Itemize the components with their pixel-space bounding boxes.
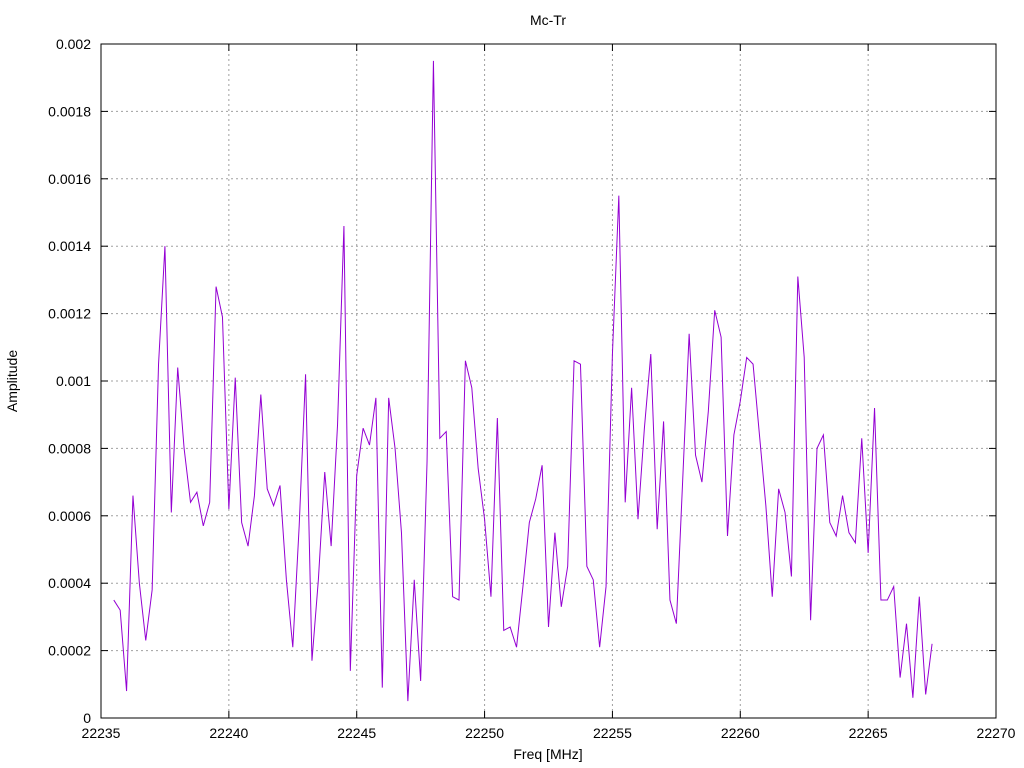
x-tick-label: 22255	[593, 725, 632, 741]
x-tick-label: 22240	[209, 725, 248, 741]
x-tick-label: 22245	[337, 725, 376, 741]
x-tick-label: 22270	[977, 725, 1016, 741]
y-tick-label: 0.0006	[48, 508, 91, 524]
x-axis-label: Freq [MHz]	[513, 746, 582, 762]
y-tick-label: 0.001	[56, 373, 91, 389]
y-tick-label: 0.002	[56, 36, 91, 52]
x-tick-label: 22260	[721, 725, 760, 741]
y-tick-label: 0.0014	[48, 238, 91, 254]
y-axis-label: Amplitude	[4, 350, 20, 412]
y-tick-label: 0.0002	[48, 643, 91, 659]
y-tick-label: 0.0018	[48, 103, 91, 119]
line-chart: 22235 22240 22245 22250 22255 22260 22265 22270…	[0, 0, 1024, 768]
chart-background	[0, 0, 1024, 768]
y-tick-label: 0.0004	[48, 575, 91, 591]
chart-title: Mc-Tr	[530, 12, 566, 28]
y-tick-label: 0.0012	[48, 306, 91, 322]
x-tick-label: 22250	[465, 725, 504, 741]
x-tick-label: 22235	[82, 725, 121, 741]
y-tick-label: 0.0008	[48, 440, 91, 456]
y-tick-label: 0	[83, 710, 91, 726]
x-tick-label: 22265	[849, 725, 888, 741]
y-tick-label: 0.0016	[48, 171, 91, 187]
